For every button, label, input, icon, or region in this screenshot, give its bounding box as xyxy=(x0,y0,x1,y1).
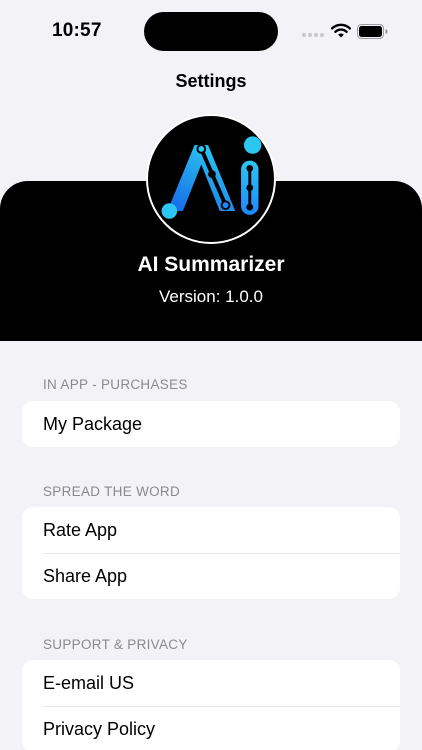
section-header-spread-word: SPREAD THE WORD xyxy=(43,484,181,499)
dynamic-island xyxy=(144,12,278,51)
section-header-support-privacy: SUPPORT & PRIVACY xyxy=(43,637,188,652)
privacy-policy-row[interactable]: Privacy Policy xyxy=(22,706,400,750)
rate-app-row[interactable]: Rate App xyxy=(22,507,400,553)
ai-logo-icon xyxy=(146,114,276,244)
row-label: E-email US xyxy=(43,672,135,693)
app-name: AI Summarizer xyxy=(137,253,285,276)
status-time: 10:57 xyxy=(52,20,102,41)
section-header-purchases: IN APP - PURCHASES xyxy=(43,377,188,392)
share-app-row[interactable]: Share App xyxy=(22,553,400,599)
wifi-icon xyxy=(331,23,351,38)
row-label: Rate App xyxy=(43,519,118,540)
settings-screen: 10:57 Settings AI Summarizer Version: 1.… xyxy=(0,0,422,750)
row-label: My Package xyxy=(43,413,143,434)
my-package-row[interactable]: My Package xyxy=(22,401,400,447)
support-privacy-group: E-email US Privacy Policy xyxy=(22,660,400,750)
email-us-row[interactable]: E-email US xyxy=(22,660,400,706)
cellular-signal-icon xyxy=(302,33,324,37)
app-version: Version: 1.0.0 xyxy=(159,287,263,306)
battery-icon xyxy=(357,24,388,39)
purchases-group: My Package xyxy=(22,401,400,447)
row-label: Share App xyxy=(43,565,128,586)
spread-word-group: Rate App Share App xyxy=(22,507,400,599)
row-label: Privacy Policy xyxy=(43,718,156,739)
status-bar: 10:57 xyxy=(0,0,422,62)
page-title: Settings xyxy=(175,71,247,91)
